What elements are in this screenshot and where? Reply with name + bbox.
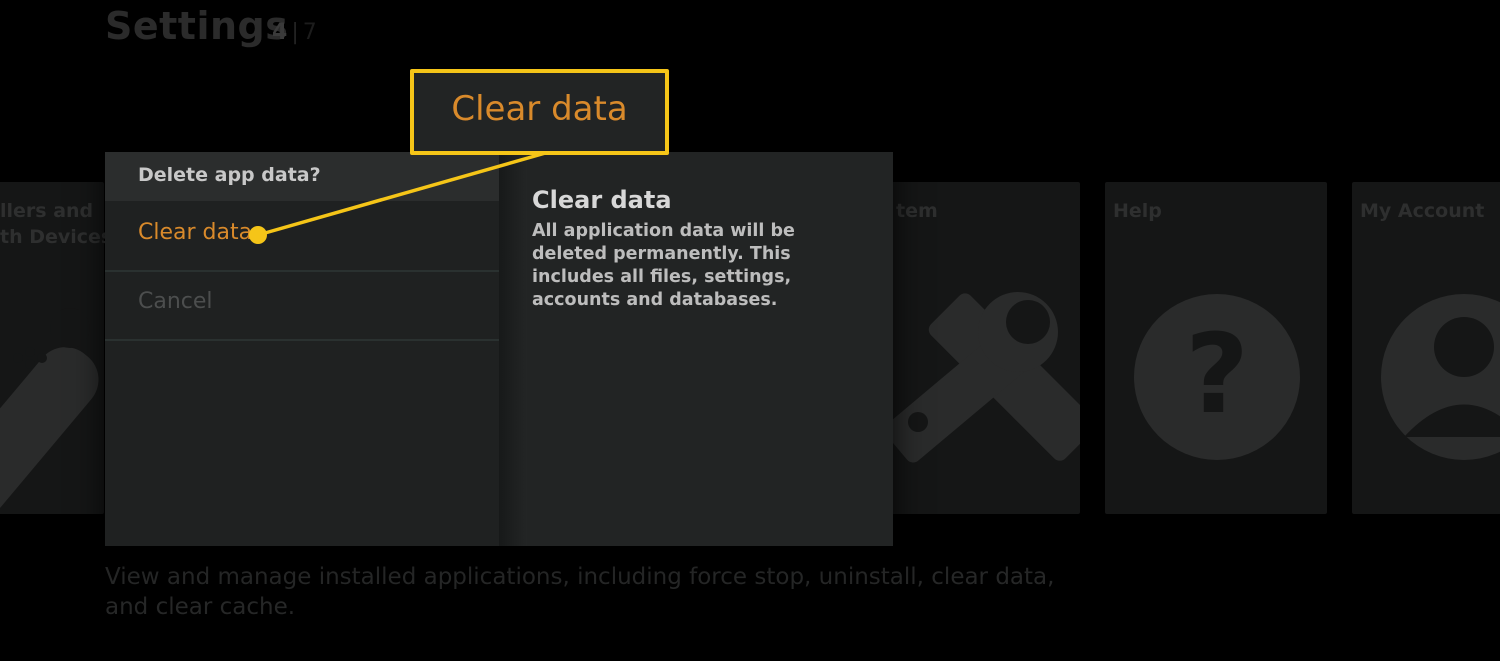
tile-controllers[interactable]: llers and th Devices <box>0 182 112 514</box>
dialog-options-panel: Delete app data? Clear data Cancel <box>105 152 499 546</box>
page-counter-separator: | <box>291 20 299 45</box>
delete-app-data-dialog: Delete app data? Clear data Cancel Clear… <box>105 152 893 546</box>
account-icon <box>1381 294 1500 460</box>
cancel-option[interactable]: Cancel <box>105 271 499 341</box>
tile-my-account[interactable]: My Account <box>1352 182 1500 514</box>
page-description: View and manage installed applications, … <box>105 564 1055 620</box>
dialog-detail-panel: Clear data All application data will be … <box>527 152 893 546</box>
detail-body: All application data will be deleted per… <box>532 221 795 310</box>
tile-my-account-label: My Account <box>1360 200 1485 222</box>
dialog-heading: Delete app data? <box>138 164 321 186</box>
page-title: Settings <box>105 4 289 48</box>
tools-icon <box>884 292 1080 463</box>
callout-label: Clear data <box>451 89 628 129</box>
page-counter-current: 4 <box>272 20 288 45</box>
help-icon: ? <box>1134 294 1300 460</box>
clear-data-option-label: Clear data <box>138 220 253 245</box>
callout-box: Clear data <box>410 69 669 155</box>
tile-controllers-label: llers and th Devices <box>0 200 113 248</box>
dialog-divider <box>499 152 527 546</box>
screen: Settings 4 | 7 llers and th Devices tem … <box>0 0 1500 661</box>
tile-help-label: Help <box>1113 200 1162 222</box>
dialog-header: Delete app data? <box>105 152 499 201</box>
detail-title: Clear data <box>532 186 672 214</box>
tile-system[interactable]: tem <box>868 182 1080 514</box>
tile-help[interactable]: ? Help <box>1105 182 1327 514</box>
svg-text:?: ? <box>1185 310 1249 438</box>
page-counter-total: 7 <box>302 20 317 45</box>
tile-system-label: tem <box>896 200 938 222</box>
page-counter: 4 | 7 <box>272 20 317 45</box>
clear-data-option[interactable]: Clear data <box>105 202 499 272</box>
cancel-option-label: Cancel <box>138 289 213 314</box>
